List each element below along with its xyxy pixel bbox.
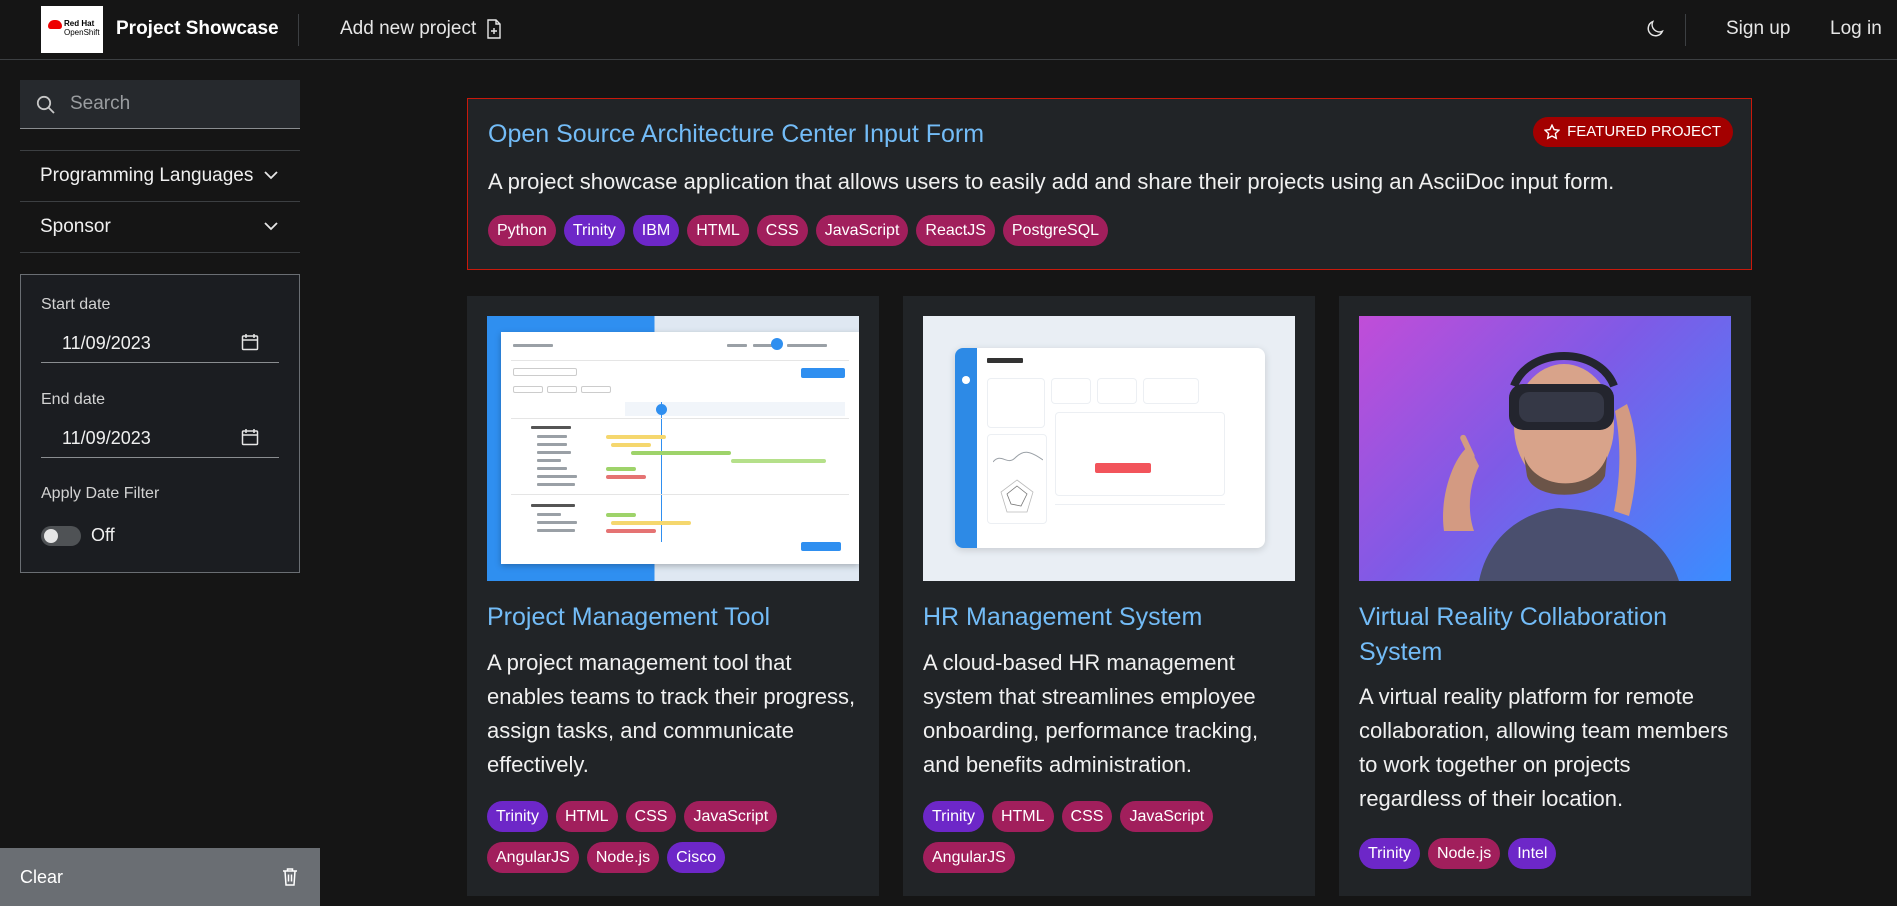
project-tag-list: Trinity Node.js Intel — [1359, 838, 1731, 869]
tag-chip[interactable]: CSS — [756, 215, 808, 246]
vr-person-illustration — [1443, 352, 1679, 581]
toggle-state-label: Off — [91, 525, 115, 545]
gantt-screenshot — [501, 332, 859, 564]
dashboard-screenshot — [955, 348, 1265, 548]
project-title[interactable]: Project Management Tool — [487, 600, 859, 635]
tag-chip[interactable]: AngularJS — [487, 842, 579, 873]
start-date-value: 11/09/2023 — [62, 333, 151, 353]
sign-up-link[interactable]: Sign up — [1726, 18, 1790, 40]
search-box — [20, 80, 300, 129]
facet-sponsor[interactable]: Sponsor — [20, 201, 300, 252]
tag-chip[interactable]: Python — [488, 215, 556, 246]
redhat-logo-icon — [48, 20, 62, 29]
project-card[interactable]: Project Management Tool A project manage… — [467, 296, 879, 896]
tag-chip[interactable]: PostgreSQL — [1002, 215, 1109, 246]
top-navbar: Red Hat OpenShift Project Showcase Add n… — [0, 0, 1897, 60]
featured-project-title[interactable]: Open Source Architecture Center Input Fo… — [488, 120, 984, 149]
log-in-link[interactable]: Log in — [1830, 18, 1882, 40]
project-thumbnail-vr-headset — [1359, 316, 1731, 581]
project-description: A virtual reality platform for remote co… — [1359, 684, 1729, 811]
end-date-value: 11/09/2023 — [62, 428, 151, 448]
project-tag-list: Trinity HTML CSS JavaScript AngularJS No… — [487, 801, 859, 873]
clear-filters-button[interactable]: Clear — [0, 848, 320, 906]
facet-label: Sponsor — [40, 216, 111, 237]
apply-date-filter-label: Apply Date Filter — [41, 485, 160, 502]
featured-badge: FEATURED PROJECT — [1533, 117, 1733, 147]
moon-icon[interactable] — [1644, 18, 1666, 40]
tag-chip[interactable]: Node.js — [586, 842, 660, 873]
tag-chip[interactable]: Trinity — [1359, 838, 1420, 869]
project-thumbnail-dashboard — [923, 316, 1295, 581]
tag-chip[interactable]: Node.js — [1427, 838, 1501, 869]
redhat-openshift-logo[interactable]: Red Hat OpenShift — [41, 6, 103, 53]
project-card[interactable]: HR Management System A cloud-based HR ma… — [903, 296, 1315, 896]
end-date-label: End date — [41, 391, 106, 408]
featured-project-card[interactable]: Open Source Architecture Center Input Fo… — [467, 98, 1752, 270]
facet-label: Programming Languages — [40, 165, 254, 186]
header-divider — [1685, 14, 1686, 46]
search-icon — [36, 95, 55, 114]
facet-programming-languages[interactable]: Programming Languages — [20, 150, 300, 201]
tag-chip[interactable]: HTML — [687, 215, 749, 246]
tag-chip[interactable]: Trinity — [487, 801, 548, 832]
logo-text-line1: Red Hat — [64, 19, 95, 28]
end-date-field[interactable]: 11/09/2023 — [41, 418, 279, 458]
tag-chip[interactable]: AngularJS — [923, 842, 1015, 873]
file-add-icon — [487, 19, 501, 39]
star-icon — [1544, 124, 1561, 140]
tag-chip[interactable]: JavaScript — [1120, 801, 1214, 832]
date-filter-toggle[interactable] — [41, 526, 81, 546]
project-card[interactable]: Virtual Reality Collaboration System A v… — [1339, 296, 1751, 896]
add-new-project-link[interactable]: Add new project — [340, 18, 502, 40]
chevron-down-icon — [264, 222, 278, 231]
project-title[interactable]: Virtual Reality Collaboration System — [1359, 600, 1731, 670]
tag-chip[interactable]: Trinity — [923, 801, 984, 832]
date-filter-panel: Start date 11/09/2023 End date 11/09/202… — [20, 274, 300, 573]
tag-chip[interactable]: Intel — [1508, 838, 1557, 869]
start-date-field[interactable]: 11/09/2023 — [41, 323, 279, 363]
facet-divider — [20, 252, 300, 253]
tag-chip[interactable]: CSS — [1061, 801, 1113, 832]
project-tag-list: Trinity HTML CSS JavaScript AngularJS — [923, 801, 1295, 873]
start-date-label: Start date — [41, 296, 111, 313]
calendar-icon[interactable] — [241, 428, 259, 446]
tag-chip[interactable]: Cisco — [667, 842, 726, 873]
tag-chip[interactable]: CSS — [625, 801, 677, 832]
tag-chip[interactable]: IBM — [632, 215, 680, 246]
featured-project-description: A project showcase application that allo… — [488, 169, 1615, 194]
tag-chip[interactable]: HTML — [991, 801, 1054, 832]
project-description: A project management tool that enables t… — [487, 650, 856, 777]
tag-chip[interactable]: Trinity — [563, 215, 625, 246]
brand-title[interactable]: Project Showcase — [116, 18, 279, 40]
clear-label: Clear — [20, 867, 64, 887]
add-project-label: Add new project — [340, 18, 477, 39]
header-divider — [298, 14, 299, 46]
featured-badge-label: FEATURED PROJECT — [1567, 123, 1721, 140]
tag-chip[interactable]: ReactJS — [916, 215, 995, 246]
project-title[interactable]: HR Management System — [923, 600, 1295, 635]
project-description: A cloud-based HR management system that … — [923, 650, 1259, 777]
tag-chip[interactable]: JavaScript — [815, 215, 909, 246]
tag-chip[interactable]: JavaScript — [684, 801, 778, 832]
search-input[interactable] — [70, 80, 290, 128]
chevron-down-icon — [264, 171, 278, 180]
trash-icon — [283, 868, 297, 886]
calendar-icon[interactable] — [241, 333, 259, 351]
logo-text-line2: OpenShift — [64, 28, 100, 37]
project-thumbnail-gantt — [487, 316, 859, 581]
featured-tag-list: Python Trinity IBM HTML CSS JavaScript R… — [488, 215, 1728, 246]
tag-chip[interactable]: HTML — [555, 801, 618, 832]
